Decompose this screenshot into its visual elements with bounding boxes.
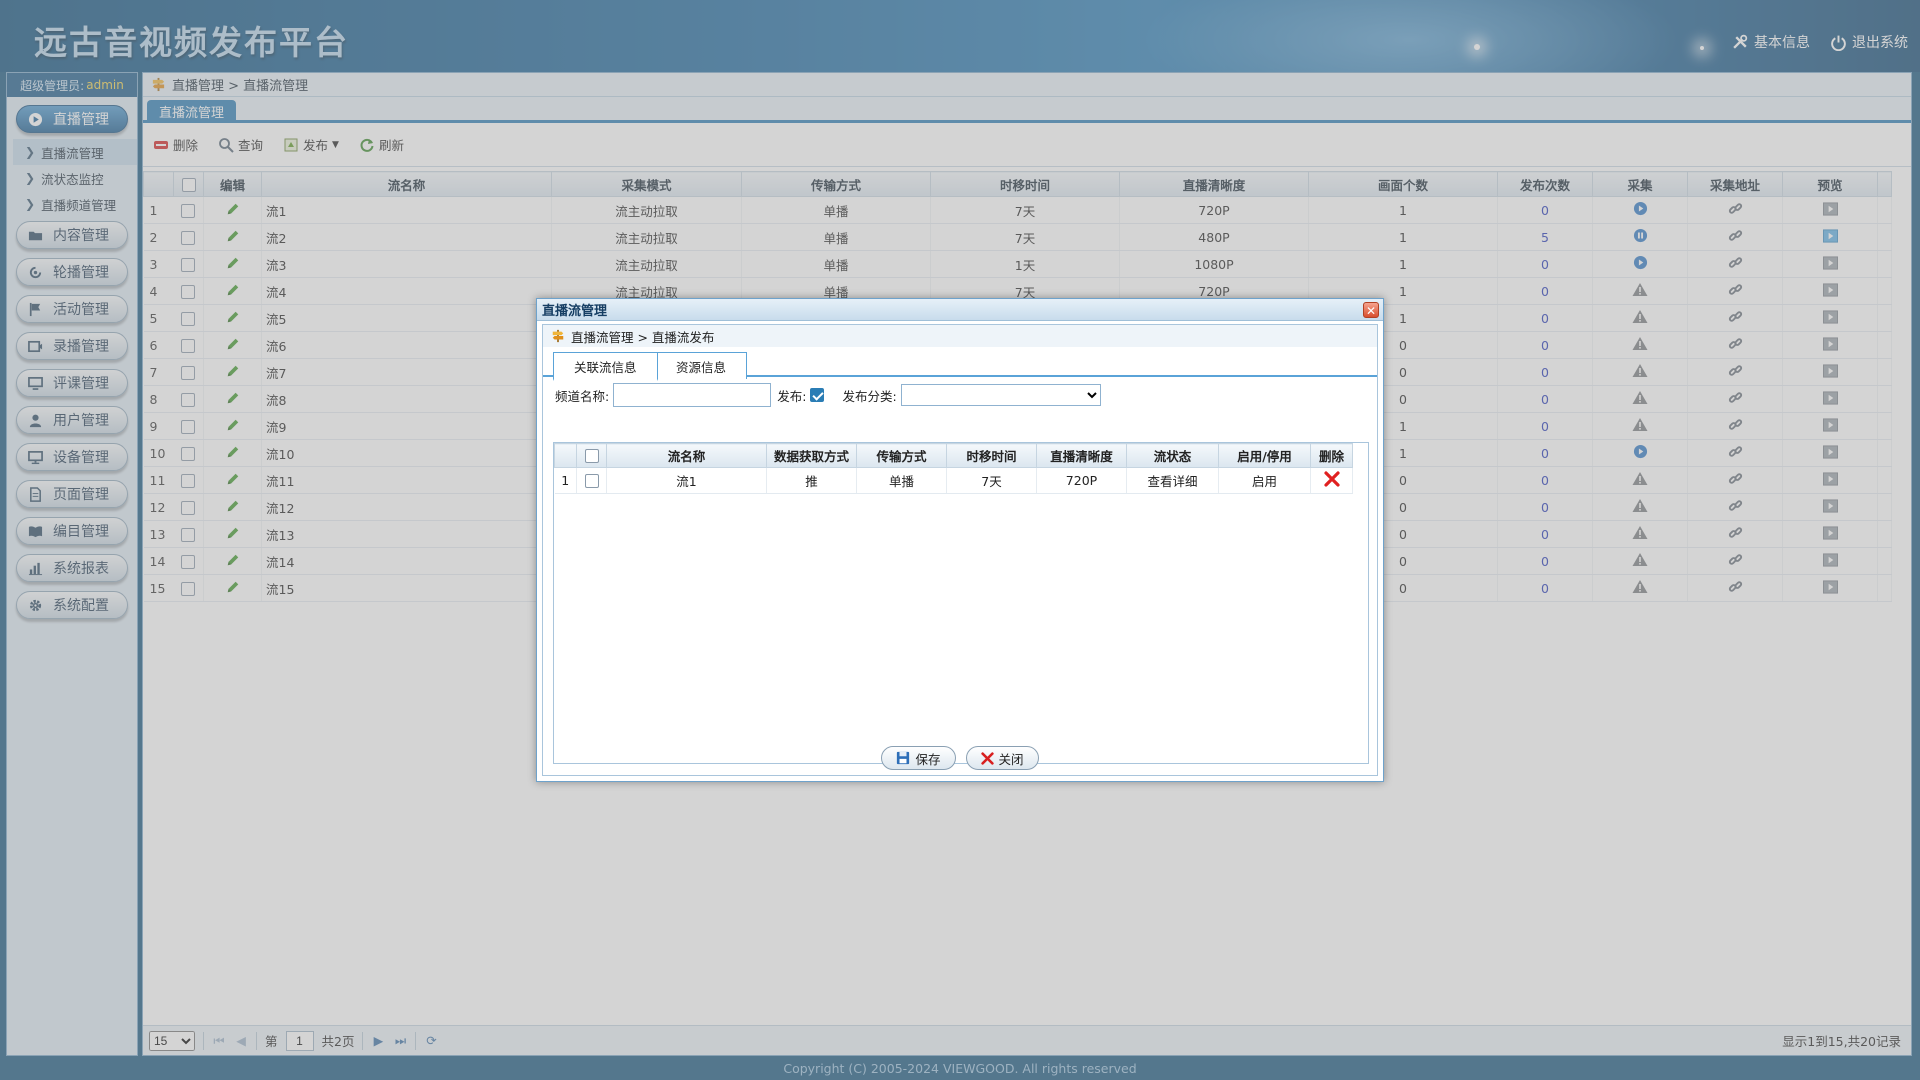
dialog-select-all-checkbox[interactable] — [584, 449, 599, 464]
save-icon — [897, 751, 910, 765]
signpost-icon — [552, 329, 564, 343]
linked-stream-grid: 流名称 数据获取方式 传输方式 时移时间 直播清晰度 流状态 启用/停用 删除 … — [553, 442, 1369, 764]
table-row[interactable]: 1 流1 推 单播 7天 720P 查看详细 启用 — [554, 467, 1353, 494]
dialog-header-delete: 删除 — [1310, 443, 1353, 468]
stream-publish-dialog: 直播流管理 ✕ 直播流管理 > 直播流发布 关联流信息 资源信息 频道名称: 发… — [536, 298, 1384, 782]
linked-stream-table: 流名称 数据获取方式 传输方式 时移时间 直播清晰度 流状态 启用/停用 删除 … — [554, 443, 1353, 494]
dialog-header-enable: 启用/停用 — [1218, 443, 1311, 468]
dialog-header-transport: 传输方式 — [856, 443, 947, 468]
delete-x-icon[interactable] — [1323, 471, 1340, 487]
dialog-form: 频道名称: 发布: 发布分类: — [543, 377, 1377, 413]
tab-resource-info[interactable]: 资源信息 — [655, 352, 748, 379]
cell-timeshift: 7天 — [946, 467, 1037, 494]
dialog-titlebar: 直播流管理 ✕ — [537, 299, 1383, 321]
tab-linked-streams[interactable]: 关联流信息 — [553, 352, 658, 381]
dialog-tabs: 关联流信息 资源信息 — [543, 347, 1377, 381]
dialog-header-method: 数据获取方式 — [766, 443, 857, 468]
category-label: 发布分类: — [842, 388, 897, 404]
dialog-header-status: 流状态 — [1126, 443, 1219, 468]
dialog-close-icon[interactable]: ✕ — [1363, 302, 1379, 318]
category-select[interactable] — [900, 384, 1101, 406]
row-number: 1 — [554, 467, 577, 494]
view-detail-link[interactable]: 查看详细 — [1126, 467, 1219, 494]
save-button[interactable]: 保存 — [881, 746, 956, 770]
dialog-footer: 保存 关闭 — [543, 741, 1377, 775]
channel-name-input[interactable] — [613, 383, 772, 407]
close-icon — [980, 751, 994, 765]
close-button[interactable]: 关闭 — [965, 746, 1039, 770]
dialog-breadcrumb: 直播流管理 > 直播流发布 — [543, 325, 1377, 347]
cell-transport: 单播 — [856, 467, 947, 494]
save-label: 保存 — [915, 751, 941, 767]
dialog-header-resolution: 直播清晰度 — [1036, 443, 1127, 468]
row-checkbox[interactable] — [584, 474, 599, 489]
cell-resolution: 720P — [1036, 467, 1127, 494]
cell-method: 推 — [766, 467, 857, 494]
dialog-breadcrumb-text: 直播流管理 > 直播流发布 — [571, 329, 715, 345]
dialog-header-select-all — [576, 443, 607, 468]
publish-flag-label: 发布: — [777, 388, 807, 404]
dialog-title: 直播流管理 — [542, 304, 608, 319]
publish-checkbox[interactable] — [810, 388, 825, 402]
dialog-header-timeshift: 时移时间 — [946, 443, 1037, 468]
channel-name-label: 频道名称: — [555, 388, 610, 404]
dialog-header-name: 流名称 — [606, 443, 767, 468]
dialog-body: 直播流管理 > 直播流发布 关联流信息 资源信息 频道名称: 发布: 发布分类: — [542, 324, 1378, 776]
close-label: 关闭 — [998, 751, 1024, 767]
enable-link[interactable]: 启用 — [1218, 467, 1311, 494]
cell-name: 流1 — [606, 467, 767, 494]
